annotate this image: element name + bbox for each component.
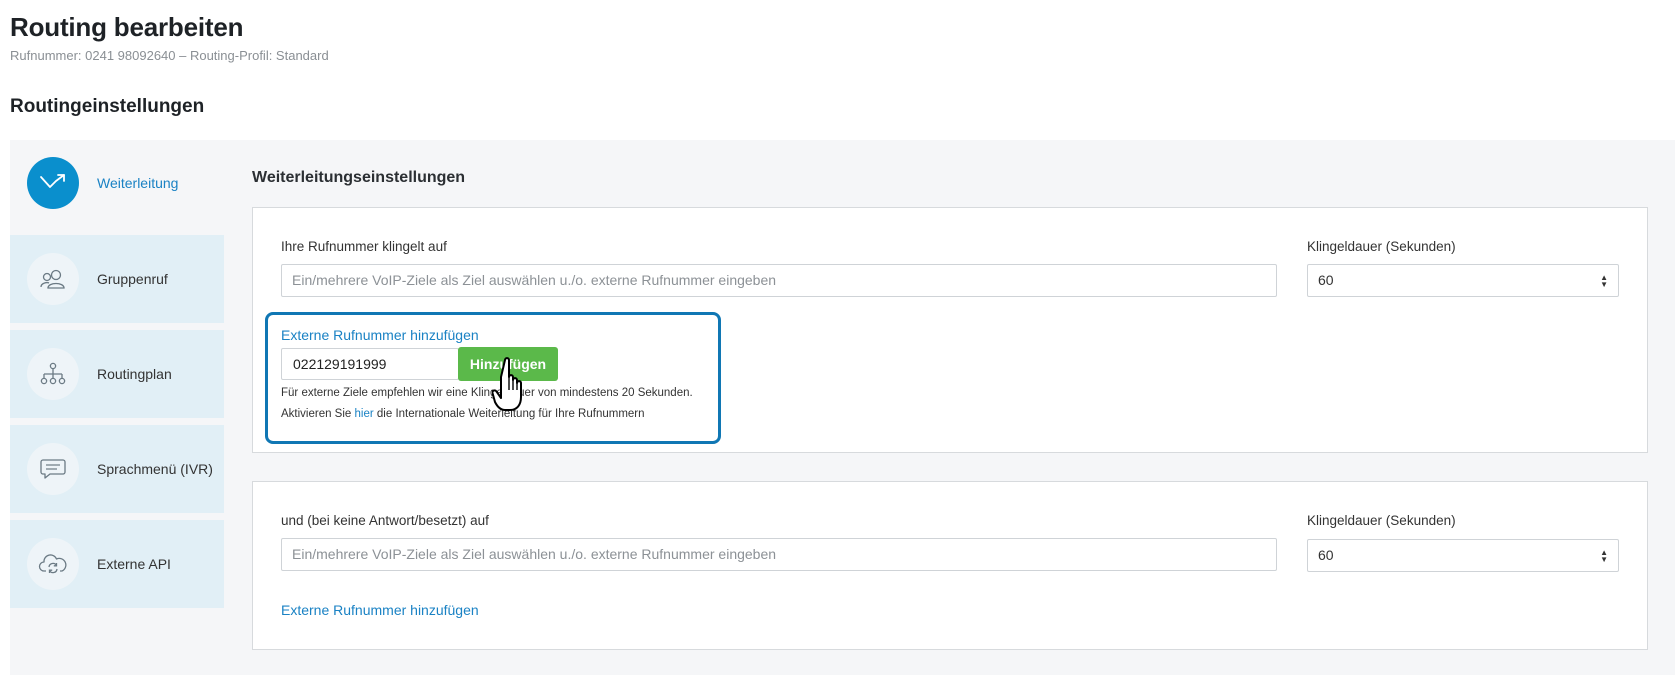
content-title: Weiterleitungseinstellungen: [252, 169, 466, 186]
ring-label: Ihre Rufnummer klingelt auf: [281, 239, 447, 254]
fallback-duration-select[interactable]: 60 ▲ ▼: [1307, 539, 1619, 572]
fallback-ring-label: und (bei keine Antwort/besetzt) auf: [281, 513, 489, 528]
select-arrows-icon: ▲ ▼: [1600, 548, 1608, 564]
sidebar-item-sprachmenue[interactable]: Sprachmenü (IVR): [10, 425, 224, 513]
hint-text-before: Aktivieren Sie: [281, 408, 355, 420]
external-phone-input[interactable]: 022129191999: [281, 348, 459, 380]
sidebar-item-externe-api[interactable]: Externe API: [10, 520, 224, 608]
duration-label: Klingeldauer (Sekunden): [1307, 239, 1456, 254]
duration-select[interactable]: 60 ▲ ▼: [1307, 264, 1619, 297]
hint-text-after: die Internationale Weiterleitung für Ihr…: [373, 408, 645, 420]
cloud-sync-icon: [27, 538, 79, 590]
sidebar-item-label: Routingplan: [97, 366, 172, 382]
page-subtitle: Rufnummer: 0241 98092640 – Routing-Profi…: [10, 48, 329, 63]
fallback-target-input[interactable]: Ein/mehrere VoIP-Ziele als Ziel auswähle…: [281, 538, 1277, 571]
hint-international: Aktivieren Sie hier die Internationale W…: [281, 408, 645, 420]
select-arrows-icon: ▲ ▼: [1600, 273, 1608, 289]
page-title: Routing bearbeiten: [10, 12, 244, 42]
sidebar-item-gruppenruf[interactable]: Gruppenruf: [10, 235, 224, 323]
sidebar-item-label: Weiterleitung: [97, 175, 179, 191]
fallback-duration-label: Klingeldauer (Sekunden): [1307, 513, 1456, 528]
fallback-add-external-number-link[interactable]: Externe Rufnummer hinzufügen: [281, 602, 479, 618]
hierarchy-icon: [27, 348, 79, 400]
sidebar-item-label: Sprachmenü (IVR): [97, 461, 213, 477]
sidebar-item-label: Gruppenruf: [97, 271, 168, 287]
section-title: Routingeinstellungen: [10, 96, 205, 117]
sidebar-item-label: Externe API: [97, 556, 171, 572]
routing-sidebar: Weiterleitung Gruppenruf Routingplan Spr…: [10, 140, 224, 615]
target-input[interactable]: Ein/mehrere VoIP-Ziele als Ziel auswähle…: [281, 264, 1277, 297]
forward-arrow-icon: [27, 157, 79, 209]
hint-ring-duration: Für externe Ziele empfehlen wir eine Kli…: [281, 387, 693, 399]
add-external-number-link[interactable]: Externe Rufnummer hinzufügen: [281, 327, 479, 343]
duration-value: 60: [1318, 272, 1334, 288]
sidebar-item-weiterleitung[interactable]: Weiterleitung: [10, 140, 224, 226]
fallback-duration-value: 60: [1318, 547, 1334, 563]
add-button[interactable]: Hinzufügen: [458, 347, 558, 381]
users-icon: [27, 253, 79, 305]
sidebar-item-routingplan[interactable]: Routingplan: [10, 330, 224, 418]
chat-bubble-icon: [27, 443, 79, 495]
international-forwarding-link[interactable]: hier: [355, 408, 374, 420]
